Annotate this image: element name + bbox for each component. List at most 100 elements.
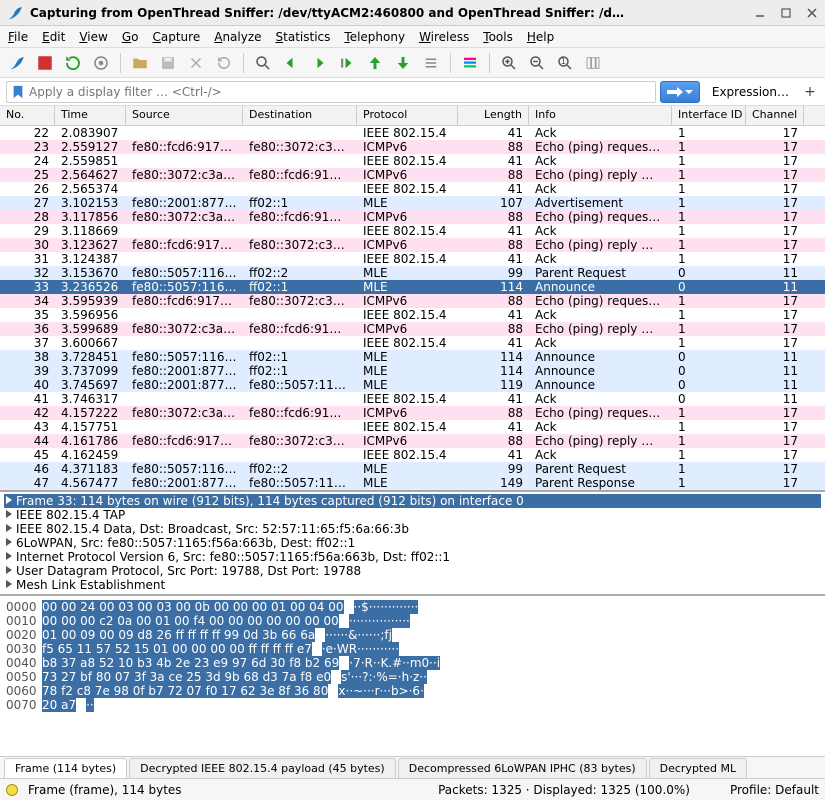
detail-line[interactable]: IEEE 802.15.4 Data, Dst: Broadcast, Src:… xyxy=(4,522,821,536)
packet-row[interactable]: 343.595939fe80::fcd6:917…fe80::3072:c3…I… xyxy=(0,294,825,308)
packet-row[interactable]: 464.371183fe80::5057:116…ff02::2MLE99Par… xyxy=(0,462,825,476)
packet-row[interactable]: 373.600667IEEE 802.15.441Ack117 xyxy=(0,336,825,350)
minimize-button[interactable] xyxy=(753,6,767,20)
packet-row[interactable]: 383.728451fe80::5057:116…ff02::1MLE114An… xyxy=(0,350,825,364)
packet-row[interactable]: 424.157222fe80::3072:c3a…fe80::fcd6:91…I… xyxy=(0,406,825,420)
bytes-tab[interactable]: Decrypted IEEE 802.15.4 payload (45 byte… xyxy=(129,758,396,778)
packet-row[interactable]: 313.124387IEEE 802.15.441Ack117 xyxy=(0,252,825,266)
column-interface-id[interactable]: Interface ID xyxy=(672,106,746,125)
detail-line[interactable]: User Datagram Protocol, Src Port: 19788,… xyxy=(4,564,821,578)
packet-row[interactable]: 454.162459IEEE 802.15.441Ack117 xyxy=(0,448,825,462)
go-to-packet-button[interactable] xyxy=(336,52,358,74)
go-last-button[interactable] xyxy=(392,52,414,74)
packet-row[interactable]: 403.745697fe80::2001:877…fe80::5057:11…M… xyxy=(0,378,825,392)
packet-list-header[interactable]: No. Time Source Destination Protocol Len… xyxy=(0,106,825,126)
detail-line[interactable]: 6LoWPAN, Src: fe80::5057:1165:f56a:663b,… xyxy=(4,536,821,550)
expression-button[interactable]: Expression… xyxy=(704,85,797,99)
packet-row[interactable]: 252.564627fe80::3072:c3a…fe80::fcd6:91…I… xyxy=(0,168,825,182)
menu-wireless[interactable]: Wireless xyxy=(419,30,469,44)
column-no[interactable]: No. xyxy=(0,106,55,125)
find-packet-button[interactable] xyxy=(252,52,274,74)
close-file-button[interactable] xyxy=(185,52,207,74)
packet-bytes-pane[interactable]: 000000 00 24 00 03 00 03 00 0b 00 00 00 … xyxy=(0,594,825,756)
packet-row[interactable]: 333.236526fe80::5057:116…ff02::1MLE114An… xyxy=(0,280,825,294)
close-button[interactable] xyxy=(805,6,819,20)
zoom-reset-button[interactable]: 1 xyxy=(554,52,576,74)
packet-row[interactable]: 474.567477fe80::2001:877…fe80::5057:11…M… xyxy=(0,476,825,490)
column-channel[interactable]: Channel xyxy=(746,106,804,125)
packet-row[interactable]: 283.117856fe80::3072:c3a…fe80::fcd6:91…I… xyxy=(0,210,825,224)
packet-row[interactable]: 434.157751IEEE 802.15.441Ack117 xyxy=(0,420,825,434)
packet-row[interactable]: 303.123627fe80::fcd6:917…fe80::3072:c3…I… xyxy=(0,238,825,252)
menu-help[interactable]: Help xyxy=(527,30,554,44)
go-forward-button[interactable] xyxy=(308,52,330,74)
menu-capture[interactable]: Capture xyxy=(152,30,200,44)
detail-line[interactable]: Mesh Link Establishment xyxy=(4,578,821,592)
menu-edit[interactable]: Edit xyxy=(42,30,65,44)
menu-analyze[interactable]: Analyze xyxy=(214,30,261,44)
menu-tools[interactable]: Tools xyxy=(483,30,513,44)
expand-icon[interactable] xyxy=(4,536,16,550)
zoom-out-button[interactable] xyxy=(526,52,548,74)
packet-row[interactable]: 242.559851IEEE 802.15.441Ack117 xyxy=(0,154,825,168)
hex-row[interactable]: 007020 a7·· xyxy=(6,698,819,712)
capture-options-button[interactable] xyxy=(90,52,112,74)
hex-row[interactable]: 001000 00 00 c2 0a 00 01 00 f4 00 00 00 … xyxy=(6,614,819,628)
apply-filter-button[interactable] xyxy=(660,81,700,103)
expand-icon[interactable] xyxy=(4,522,16,536)
column-protocol[interactable]: Protocol xyxy=(357,106,458,125)
go-first-button[interactable] xyxy=(364,52,386,74)
packet-details-pane[interactable]: Frame 33: 114 bytes on wire (912 bits), … xyxy=(0,490,825,594)
hex-row[interactable]: 006078 f2 c8 7e 98 0f b7 72 07 f0 17 62 … xyxy=(6,684,819,698)
reload-button[interactable] xyxy=(213,52,235,74)
packet-list[interactable]: 222.083907IEEE 802.15.441Ack117232.55912… xyxy=(0,126,825,490)
packet-row[interactable]: 393.737099fe80::2001:877…ff02::1MLE114An… xyxy=(0,364,825,378)
menu-statistics[interactable]: Statistics xyxy=(276,30,331,44)
bytes-tab[interactable]: Decrypted ML xyxy=(649,758,747,778)
hex-row[interactable]: 0040b8 37 a8 52 10 b3 4b 2e 23 e9 97 6d … xyxy=(6,656,819,670)
expand-icon[interactable] xyxy=(4,494,16,508)
hex-row[interactable]: 002001 00 09 00 09 d8 26 ff ff ff ff 99 … xyxy=(6,628,819,642)
packet-row[interactable]: 222.083907IEEE 802.15.441Ack117 xyxy=(0,126,825,140)
packet-row[interactable]: 363.599689fe80::3072:c3a…fe80::fcd6:91…I… xyxy=(0,322,825,336)
expand-icon[interactable] xyxy=(4,508,16,522)
column-length[interactable]: Length xyxy=(458,106,529,125)
auto-scroll-button[interactable] xyxy=(420,52,442,74)
restart-capture-button[interactable] xyxy=(62,52,84,74)
bytes-tab[interactable]: Frame (114 bytes) xyxy=(4,758,127,778)
hex-row[interactable]: 000000 00 24 00 03 00 03 00 0b 00 00 00 … xyxy=(6,600,819,614)
detail-line[interactable]: Internet Protocol Version 6, Src: fe80::… xyxy=(4,550,821,564)
open-file-button[interactable] xyxy=(129,52,151,74)
menu-telephony[interactable]: Telephony xyxy=(344,30,405,44)
stop-capture-button[interactable] xyxy=(34,52,56,74)
menu-file[interactable]: File xyxy=(8,30,28,44)
save-file-button[interactable] xyxy=(157,52,179,74)
maximize-button[interactable] xyxy=(779,6,793,20)
detail-line[interactable]: IEEE 802.15.4 TAP xyxy=(4,508,821,522)
packet-row[interactable]: 232.559127fe80::fcd6:917…fe80::3072:c3…I… xyxy=(0,140,825,154)
add-filter-button[interactable]: + xyxy=(801,83,819,101)
packet-row[interactable]: 293.118669IEEE 802.15.441Ack117 xyxy=(0,224,825,238)
display-filter-input[interactable] xyxy=(29,85,651,99)
hex-row[interactable]: 005073 27 bf 80 07 3f 3a ce 25 3d 9b 68 … xyxy=(6,670,819,684)
packet-row[interactable]: 262.565374IEEE 802.15.441Ack117 xyxy=(0,182,825,196)
display-filter-field[interactable] xyxy=(6,81,656,103)
bytes-tab[interactable]: Decompressed 6LoWPAN IPHC (83 bytes) xyxy=(398,758,647,778)
packet-row[interactable]: 273.102153fe80::2001:877…ff02::1MLE107Ad… xyxy=(0,196,825,210)
expand-icon[interactable] xyxy=(4,564,16,578)
expand-icon[interactable] xyxy=(4,550,16,564)
column-time[interactable]: Time xyxy=(55,106,126,125)
packet-row[interactable]: 413.746317IEEE 802.15.441Ack011 xyxy=(0,392,825,406)
resize-columns-button[interactable] xyxy=(582,52,604,74)
colorize-button[interactable] xyxy=(459,52,481,74)
start-capture-button[interactable] xyxy=(6,52,28,74)
column-source[interactable]: Source xyxy=(126,106,243,125)
packet-row[interactable]: 353.596956IEEE 802.15.441Ack117 xyxy=(0,308,825,322)
menu-view[interactable]: View xyxy=(79,30,107,44)
go-back-button[interactable] xyxy=(280,52,302,74)
column-info[interactable]: Info xyxy=(529,106,672,125)
packet-row[interactable]: 444.161786fe80::fcd6:917…fe80::3072:c3…I… xyxy=(0,434,825,448)
column-destination[interactable]: Destination xyxy=(243,106,357,125)
expand-icon[interactable] xyxy=(4,578,16,592)
packet-row[interactable]: 323.153670fe80::5057:116…ff02::2MLE99Par… xyxy=(0,266,825,280)
